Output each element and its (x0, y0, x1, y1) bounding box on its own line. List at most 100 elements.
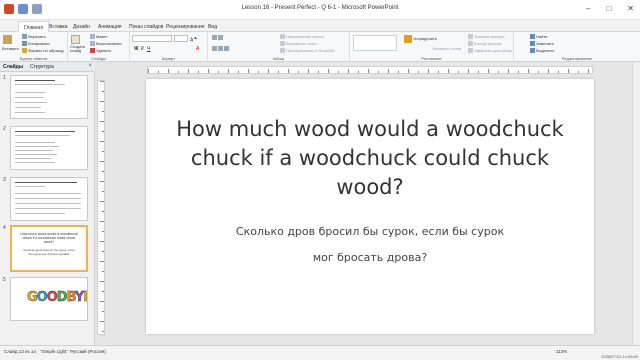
paragraph-group: Направление текста Выровнять текст Преоб… (208, 32, 350, 62)
thumb-line (15, 84, 65, 85)
copy-button[interactable]: Копировать (22, 41, 50, 47)
outline-button[interactable]: Контур фигуры (468, 41, 502, 47)
ruler-tick (388, 69, 389, 73)
grow-font-icon[interactable]: A▲ (190, 35, 197, 44)
shapes-gallery[interactable] (353, 35, 397, 51)
ruler-tick (238, 71, 239, 73)
thumb-line (15, 131, 75, 132)
current-slide[interactable]: How much wood would a woodchuck chuck if… (146, 79, 594, 334)
tab-outline[interactable]: Структура (30, 64, 54, 70)
window-controls: – □ ✕ (586, 4, 634, 13)
ruler-tick (178, 71, 179, 73)
ruler-tick (100, 141, 104, 142)
slide-thumbnail[interactable] (10, 126, 88, 170)
ruler-tick (298, 71, 299, 73)
tab-view[interactable]: Вид (203, 21, 222, 32)
ruler-tick (488, 69, 489, 73)
slide-editor: How much wood would a woodchuck chuck if… (95, 62, 640, 345)
fill-button[interactable]: Заливка фигуры (468, 34, 505, 40)
tab-animation[interactable]: Анимация (93, 21, 126, 32)
vertical-scrollbar[interactable] (632, 62, 640, 345)
replace-label: Заменить (536, 41, 554, 46)
ruler-tick (548, 69, 549, 73)
clipboard-caption: Буфер обмена (19, 56, 48, 61)
layout-button[interactable]: Макет (90, 34, 108, 40)
text-direction-button[interactable]: Направление текста (280, 34, 324, 40)
select-button[interactable]: Выделить (530, 48, 554, 54)
ruler-tick (168, 69, 169, 73)
close-pane-icon[interactable]: × (88, 63, 92, 69)
bullets-button[interactable] (212, 35, 224, 41)
slide-thumbnail[interactable]: GOODBYE (10, 277, 88, 321)
font-size-select[interactable] (174, 35, 188, 42)
font-family-select[interactable] (132, 35, 172, 42)
slide-thumbnail[interactable] (10, 177, 88, 221)
paste-button[interactable] (3, 35, 13, 44)
close-button[interactable]: ✕ (627, 4, 634, 13)
ruler-tick (102, 191, 104, 192)
smartart-button[interactable]: Преобразовать в SmartArt (280, 48, 335, 54)
italic-button[interactable]: К (141, 46, 144, 52)
reset-button[interactable]: Восстановить (90, 41, 122, 47)
ruler-tick (102, 271, 104, 272)
new-slide-label[interactable]: Создать слайд (70, 45, 86, 53)
fill-label: Заливка фигуры (474, 34, 505, 39)
minimize-button[interactable]: – (586, 4, 590, 13)
language-indicator[interactable]: Русский (Россия) (70, 349, 106, 354)
ruler-tick (248, 69, 249, 73)
slide-subtitle-line2[interactable]: мог бросать дрова? (166, 251, 574, 264)
ruler-tick (338, 71, 339, 73)
ruler-tick (218, 71, 219, 73)
zoom-level[interactable]: 113% (556, 349, 567, 354)
slide-subtitle-line1[interactable]: Сколько дров бросил бы сурок, если бы су… (166, 225, 574, 238)
thumb-line (15, 182, 77, 183)
new-slide-button[interactable] (71, 35, 81, 44)
cut-button[interactable]: Вырезать (22, 34, 46, 40)
align-text-button[interactable]: Выровнять текст (280, 41, 317, 47)
thumb-line (15, 112, 45, 113)
powerpoint-window: Lesson 16 - Present Perfect - Q 6-1 - Mi… (0, 0, 640, 360)
layout-icon (90, 34, 95, 40)
ruler-tick (518, 71, 519, 73)
ruler-tick (328, 69, 329, 73)
delete-button[interactable]: Удалить (90, 48, 111, 54)
ruler-tick (568, 69, 569, 73)
ruler-tick (100, 161, 104, 162)
align-left-icon (212, 46, 217, 52)
goodbye-letter: B (66, 290, 76, 305)
underline-button[interactable]: Ч (147, 46, 150, 52)
pane-tabs: Слайды Структура × (0, 62, 95, 72)
goodbye-letter: O (46, 290, 58, 305)
slide-thumbnail-selected[interactable]: How much wood would a woodchuck chuck if… (10, 225, 88, 272)
layout-label: Макет (96, 34, 108, 39)
ruler-tick (102, 171, 104, 172)
timestamp: 2025/07/21 14:09:00 (601, 354, 638, 359)
find-button[interactable]: Найти (530, 34, 547, 40)
ruler-tick (102, 91, 104, 92)
ruler-tick (100, 281, 104, 282)
maximize-button[interactable]: □ (606, 4, 611, 13)
paste-label[interactable]: Вставить (2, 46, 19, 51)
slide-title[interactable]: How much wood would a woodchuck chuck if… (166, 115, 574, 202)
font-color-button[interactable]: A (196, 46, 199, 52)
tab-slides[interactable]: Слайды (3, 64, 23, 70)
effects-button[interactable]: Эффекты для фигур (468, 48, 512, 54)
tab-design[interactable]: Дизайн (68, 21, 95, 32)
goodbye-letter: O (36, 290, 47, 305)
ruler-tick (102, 291, 104, 292)
copy-label: Копировать (28, 41, 50, 46)
slides-pane: Слайды Структура × 1 2 3 4 How much wood… (0, 62, 95, 345)
ruler-tick (458, 71, 459, 73)
bold-button[interactable]: Ж (134, 46, 139, 52)
ruler-tick (408, 69, 409, 73)
quick-styles-button[interactable]: Экспресс-стили (432, 46, 461, 51)
ruler-tick (558, 71, 559, 73)
slide-counter: Слайд 13 из 14 (4, 349, 36, 354)
arrange-button[interactable]: Упорядочить (404, 35, 437, 43)
align-buttons[interactable] (212, 46, 230, 52)
replace-button[interactable]: Заменить (530, 41, 554, 47)
thumb-number: 1 (3, 75, 6, 81)
slide-thumbnail[interactable] (10, 75, 88, 119)
goodbye-letter: Y (74, 290, 85, 305)
format-painter-button[interactable]: Формат по образцу (22, 48, 64, 54)
